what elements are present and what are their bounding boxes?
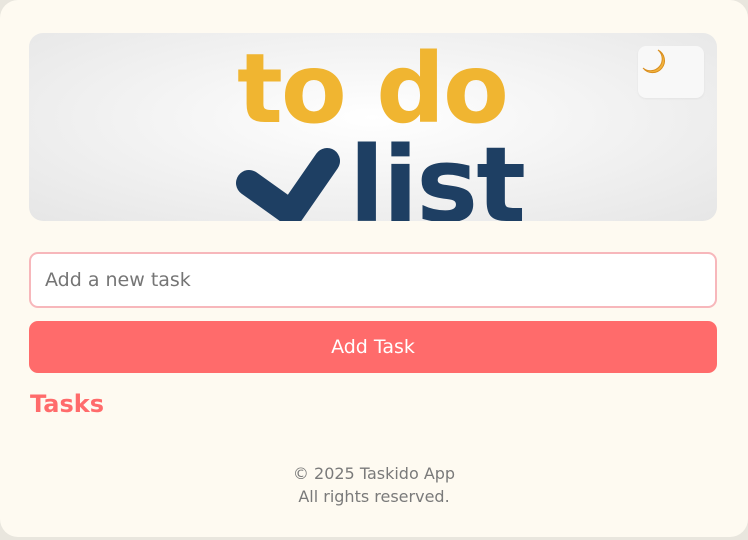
crescent-moon-icon [642,49,665,74]
checkmark-icon [236,148,340,221]
todo-list-logo: to do list [236,33,526,221]
footer-rights: All rights reserved. [298,487,450,506]
theme-toggle-button[interactable] [638,46,704,98]
tasks-heading: Tasks [30,390,105,418]
app-card: to do list Add Task Tasks © 2025 Taskido… [0,0,748,537]
footer: © 2025 Taskido App All rights reserved. [0,462,748,508]
add-task-button[interactable]: Add Task [29,321,717,373]
logo-line2: list [349,124,524,221]
footer-copyright: © 2025 Taskido App [292,464,456,483]
banner: to do list [29,33,717,221]
task-input[interactable] [29,252,717,308]
